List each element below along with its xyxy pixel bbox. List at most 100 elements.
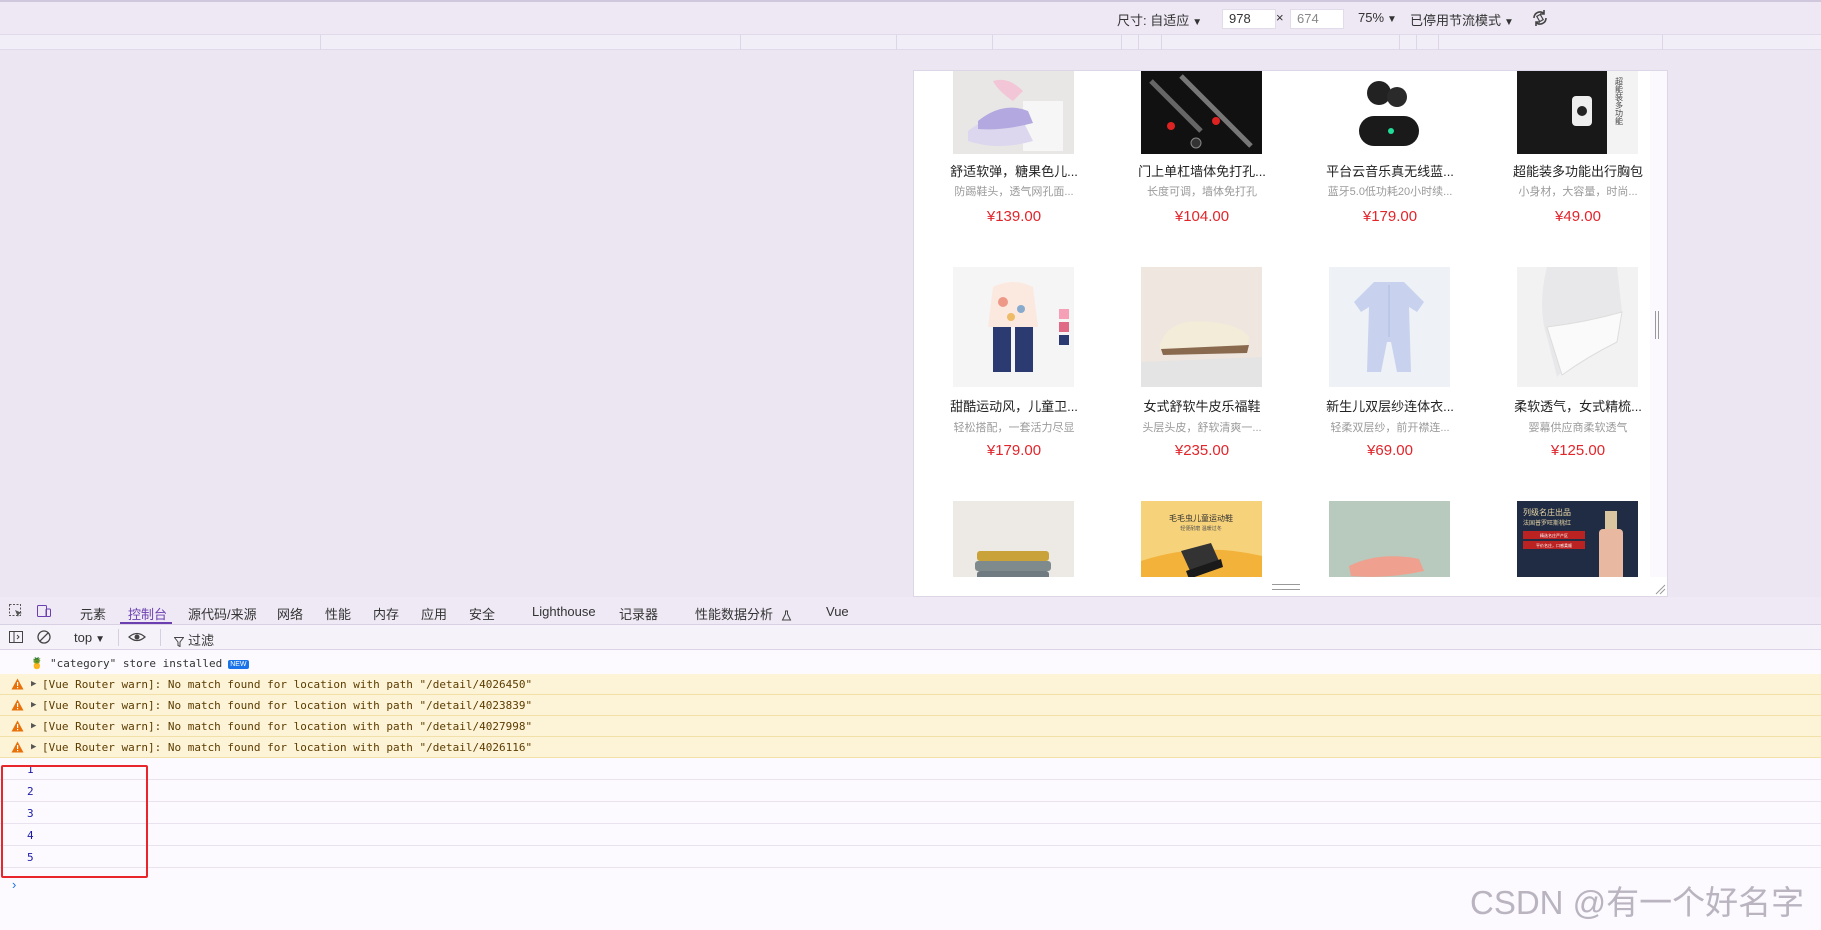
product-name[interactable]: 女式舒软牛皮乐福鞋 [1122,396,1282,415]
console-message: [Vue Router warn]: No match found for lo… [42,699,533,712]
console-warning-row[interactable]: ▶ [Vue Router warn]: No match found for … [0,737,1821,758]
wine-subtitle: 法国普罗旺斯桃红 [1523,519,1571,527]
height-input[interactable]: 674 [1290,9,1344,29]
active-tab-indicator [120,622,172,624]
product-description: 婴幕供应商柔软透气 [1528,422,1628,434]
filter-input[interactable]: 过滤 [173,630,215,649]
console-warning-row[interactable]: ▶ [Vue Router warn]: No match found for … [0,674,1821,695]
toolbar-divider [160,629,161,646]
eye-icon[interactable] [128,629,146,645]
product-image [1329,501,1450,577]
product-name[interactable]: 超能装多功能出行胸包 [1498,161,1650,180]
zoom-select[interactable]: 75% ▼ [1358,10,1397,25]
expand-triangle-icon[interactable]: ▶ [31,700,36,710]
product-name[interactable]: 门上单杠墙体免打孔... [1122,161,1282,180]
tab-vue[interactable]: Vue [826,604,849,619]
product-price: ¥235.00 [1174,442,1230,459]
pineapple-icon: 🍍 [30,657,44,670]
product-description: 轻柔双层纱，前开襟连... [1330,422,1450,434]
product-name[interactable]: 新生儿双层纱连体衣... [1310,396,1470,415]
device-icon[interactable] [36,603,52,619]
media-query-bar[interactable] [0,34,1821,50]
tab-performance-insights[interactable]: 性能数据分析 [695,604,792,623]
product-price: ¥104.00 [1174,208,1230,225]
tab-memory[interactable]: 内存 [373,604,399,623]
console-log-row: 3 [0,803,1821,824]
product-grid: 舒适软弹，糖果色儿... 防踢鞋头，透气网孔面... ¥139.00 门上单杠墙… [934,71,1650,577]
product-image [1329,267,1450,387]
console-message: [Vue Router warn]: No match found for lo… [42,720,533,733]
product-image [953,501,1074,577]
toolbar-divider [118,629,119,646]
product-description: 防踢鞋头，透气网孔面... [954,186,1074,198]
tab-network[interactable]: 网络 [277,604,303,623]
inspect-icon[interactable] [8,603,24,619]
sidebar-icon[interactable] [8,629,24,645]
product-price: ¥179.00 [986,442,1042,459]
console-log-row: 2 [0,781,1821,802]
resize-corner-icon[interactable] [1654,583,1666,595]
expand-triangle-icon[interactable]: ▶ [31,721,36,731]
chevron-down-icon: ▼ [95,634,105,645]
tab-performance[interactable]: 性能 [325,604,351,623]
tab-recorder[interactable]: 记录器 [619,604,658,623]
product-image [1517,267,1638,387]
times-sign: × [1276,10,1284,25]
console-message: "category" store installed NEW [50,657,249,670]
product-description: 小身材，大容量，时尚... [1518,186,1638,198]
console-prompt[interactable]: › [12,877,16,892]
resize-handle-right[interactable] [1655,311,1659,339]
console-log-row: 4 [0,825,1821,846]
expand-triangle-icon[interactable]: ▶ [31,742,36,752]
device-toolbar: 尺寸: 自适应 ▼ 978 × 674 75% ▼ 已停用节流模式 ▼ [0,0,1821,34]
product-price: ¥179.00 [1362,208,1418,225]
console-warning-row[interactable]: ▶ [Vue Router warn]: No match found for … [0,716,1821,737]
product-image [953,267,1074,387]
console-log-row: 1 [0,759,1821,780]
product-price: ¥139.00 [986,208,1042,225]
product-name[interactable]: 甜酷运动风，儿童卫... [934,396,1094,415]
context-select[interactable]: top ▼ [74,630,105,645]
flask-icon [781,610,791,621]
highlight-box [1,765,148,878]
product-price: ¥69.00 [1367,442,1413,459]
tab-security[interactable]: 安全 [469,604,495,623]
width-input[interactable]: 978 [1222,9,1276,29]
product-name[interactable]: 舒适软弹，糖果色儿... [934,161,1094,180]
product-image: 超能装多功能 [1517,71,1638,154]
chevron-down-icon: ▼ [1387,14,1397,25]
throttle-label: 已停用节流模式 [1410,13,1502,28]
filter-icon [173,636,185,647]
rotate-icon[interactable] [1530,8,1550,28]
filter-placeholder: 过滤 [188,633,215,648]
dimensions-label: 尺寸: 自适应 [1117,13,1190,28]
product-price: ¥125.00 [1550,442,1606,459]
wine-title: 列级名庄出品 [1523,507,1571,517]
zoom-label: 75% [1358,10,1385,25]
expand-triangle-icon[interactable]: ▶ [31,679,36,689]
device-viewport: 舒适软弹，糖果色儿... 防踢鞋头，透气网孔面... ¥139.00 门上单杠墙… [913,70,1668,597]
tab-application[interactable]: 应用 [421,604,447,623]
tab-console[interactable]: 控制台 [128,604,167,623]
clear-icon[interactable] [36,629,52,645]
product-image [1329,71,1450,154]
bag-side-text: 超能装多功能 [1615,76,1624,126]
resize-handle-bottom[interactable] [1272,584,1300,590]
watermark: CSDN @有一个好名字 [1470,884,1805,921]
console-log-row: 5 [0,847,1821,868]
dimensions-select[interactable]: 尺寸: 自适应 ▼ [1117,10,1202,29]
wine-tag-2: 平价名庄，口感柔顺 [1536,542,1572,548]
product-name[interactable]: 平台云音乐真无线蓝... [1310,161,1470,180]
tab-lighthouse[interactable]: Lighthouse [532,604,596,619]
devtools-tabbar: 元素 控制台 源代码/来源 网络 性能 内存 应用 安全 Lighthouse … [0,597,1821,625]
product-description: 蓝牙5.0低功耗20小时续... [1327,186,1453,198]
warning-icon [11,720,24,732]
throttle-select[interactable]: 已停用节流模式 ▼ [1410,10,1514,29]
shoe-banner-title: 毛毛虫儿童运动鞋 [1169,513,1233,523]
tab-sources[interactable]: 源代码/来源 [188,604,257,623]
warning-icon [11,678,24,690]
tab-elements[interactable]: 元素 [80,604,106,623]
product-name[interactable]: 柔软透气，女式精梳... [1498,396,1650,415]
console-warning-row[interactable]: ▶ [Vue Router warn]: No match found for … [0,695,1821,716]
product-description: 轻松搭配，一套活力尽显 [953,422,1075,434]
